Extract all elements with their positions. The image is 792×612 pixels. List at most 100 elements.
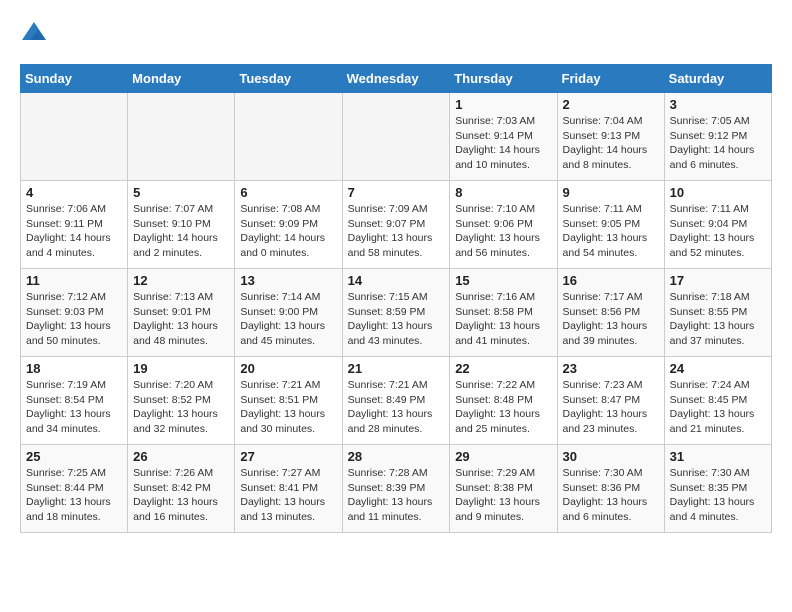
- calendar-cell: [235, 93, 342, 181]
- calendar-cell: 7 Sunrise: 7:09 AM Sunset: 9:07 PM Daylig…: [342, 181, 450, 269]
- day-number: 8: [455, 185, 551, 200]
- calendar-cell: 13 Sunrise: 7:14 AM Sunset: 9:00 PM Dayli…: [235, 269, 342, 357]
- week-row-4: 18 Sunrise: 7:19 AM Sunset: 8:54 PM Dayli…: [21, 357, 772, 445]
- day-number: 16: [563, 273, 659, 288]
- calendar-cell: 9 Sunrise: 7:11 AM Sunset: 9:05 PM Daylig…: [557, 181, 664, 269]
- calendar-cell: [21, 93, 128, 181]
- day-number: 29: [455, 449, 551, 464]
- calendar-cell: 23 Sunrise: 7:23 AM Sunset: 8:47 PM Dayli…: [557, 357, 664, 445]
- calendar-cell: 2 Sunrise: 7:04 AM Sunset: 9:13 PM Daylig…: [557, 93, 664, 181]
- page-header: [20, 20, 772, 48]
- day-info: Sunrise: 7:20 AM Sunset: 8:52 PM Dayligh…: [133, 378, 229, 437]
- day-info: Sunrise: 7:30 AM Sunset: 8:35 PM Dayligh…: [670, 466, 766, 525]
- day-number: 30: [563, 449, 659, 464]
- day-number: 4: [26, 185, 122, 200]
- day-number: 6: [240, 185, 336, 200]
- calendar-cell: 31 Sunrise: 7:30 AM Sunset: 8:35 PM Dayli…: [664, 445, 771, 533]
- day-number: 22: [455, 361, 551, 376]
- calendar-cell: [342, 93, 450, 181]
- calendar-cell: 14 Sunrise: 7:15 AM Sunset: 8:59 PM Dayli…: [342, 269, 450, 357]
- day-info: Sunrise: 7:15 AM Sunset: 8:59 PM Dayligh…: [348, 290, 445, 349]
- day-number: 14: [348, 273, 445, 288]
- weekday-header-thursday: Thursday: [450, 65, 557, 93]
- weekday-header-sunday: Sunday: [21, 65, 128, 93]
- calendar-cell: 24Sunrise: 7:24 AM Sunset: 8:45 PM Dayli…: [664, 357, 771, 445]
- calendar-cell: 5 Sunrise: 7:07 AM Sunset: 9:10 PM Daylig…: [128, 181, 235, 269]
- day-number: 18: [26, 361, 122, 376]
- weekday-header-saturday: Saturday: [664, 65, 771, 93]
- day-info: Sunrise: 7:25 AM Sunset: 8:44 PM Dayligh…: [26, 466, 122, 525]
- day-info: Sunrise: 7:13 AM Sunset: 9:01 PM Dayligh…: [133, 290, 229, 349]
- calendar-cell: 15 Sunrise: 7:16 AM Sunset: 8:58 PM Dayli…: [450, 269, 557, 357]
- calendar-cell: 29 Sunrise: 7:29 AM Sunset: 8:38 PM Dayli…: [450, 445, 557, 533]
- day-number: 10: [670, 185, 766, 200]
- calendar-cell: 27 Sunrise: 7:27 AM Sunset: 8:41 PM Dayli…: [235, 445, 342, 533]
- logo-icon: [20, 20, 48, 48]
- day-info: Sunrise: 7:29 AM Sunset: 8:38 PM Dayligh…: [455, 466, 551, 525]
- day-number: 26: [133, 449, 229, 464]
- day-number: 23: [563, 361, 659, 376]
- day-number: 20: [240, 361, 336, 376]
- day-info: Sunrise: 7:21 AM Sunset: 8:51 PM Dayligh…: [240, 378, 336, 437]
- day-info: Sunrise: 7:28 AM Sunset: 8:39 PM Dayligh…: [348, 466, 445, 525]
- day-number: 28: [348, 449, 445, 464]
- calendar-cell: 11 Sunrise: 7:12 AM Sunset: 9:03 PM Dayli…: [21, 269, 128, 357]
- calendar-cell: 25 Sunrise: 7:25 AM Sunset: 8:44 PM Dayli…: [21, 445, 128, 533]
- week-row-5: 25 Sunrise: 7:25 AM Sunset: 8:44 PM Dayli…: [21, 445, 772, 533]
- day-info: Sunrise: 7:06 AM Sunset: 9:11 PM Dayligh…: [26, 202, 122, 261]
- day-info: Sunrise: 7:03 AM Sunset: 9:14 PM Dayligh…: [455, 114, 551, 173]
- calendar-cell: [128, 93, 235, 181]
- calendar-cell: 12 Sunrise: 7:13 AM Sunset: 9:01 PM Dayli…: [128, 269, 235, 357]
- day-number: 12: [133, 273, 229, 288]
- day-info: Sunrise: 7:04 AM Sunset: 9:13 PM Dayligh…: [563, 114, 659, 173]
- day-info: Sunrise: 7:11 AM Sunset: 9:05 PM Dayligh…: [563, 202, 659, 261]
- day-number: 15: [455, 273, 551, 288]
- day-info: Sunrise: 7:23 AM Sunset: 8:47 PM Dayligh…: [563, 378, 659, 437]
- day-number: 19: [133, 361, 229, 376]
- day-info: Sunrise: 7:09 AM Sunset: 9:07 PM Dayligh…: [348, 202, 445, 261]
- day-number: 27: [240, 449, 336, 464]
- day-info: Sunrise: 7:30 AM Sunset: 8:36 PM Dayligh…: [563, 466, 659, 525]
- calendar-cell: 21Sunrise: 7:21 AM Sunset: 8:49 PM Dayli…: [342, 357, 450, 445]
- day-info: Sunrise: 7:12 AM Sunset: 9:03 PM Dayligh…: [26, 290, 122, 349]
- day-number: 17: [670, 273, 766, 288]
- day-number: 1: [455, 97, 551, 112]
- logo: [20, 20, 52, 48]
- day-info: Sunrise: 7:08 AM Sunset: 9:09 PM Dayligh…: [240, 202, 336, 261]
- day-number: 13: [240, 273, 336, 288]
- weekday-header-tuesday: Tuesday: [235, 65, 342, 93]
- day-number: 11: [26, 273, 122, 288]
- day-info: Sunrise: 7:27 AM Sunset: 8:41 PM Dayligh…: [240, 466, 336, 525]
- day-info: Sunrise: 7:10 AM Sunset: 9:06 PM Dayligh…: [455, 202, 551, 261]
- week-row-2: 4 Sunrise: 7:06 AM Sunset: 9:11 PM Daylig…: [21, 181, 772, 269]
- day-number: 2: [563, 97, 659, 112]
- day-number: 21: [348, 361, 445, 376]
- calendar-cell: 3Sunrise: 7:05 AM Sunset: 9:12 PM Daylig…: [664, 93, 771, 181]
- day-number: 31: [670, 449, 766, 464]
- calendar-cell: 26 Sunrise: 7:26 AM Sunset: 8:42 PM Dayli…: [128, 445, 235, 533]
- weekday-header-row: SundayMondayTuesdayWednesdayThursdayFrid…: [21, 65, 772, 93]
- calendar-cell: 28 Sunrise: 7:28 AM Sunset: 8:39 PM Dayli…: [342, 445, 450, 533]
- calendar-cell: 19 Sunrise: 7:20 AM Sunset: 8:52 PM Dayli…: [128, 357, 235, 445]
- day-info: Sunrise: 7:22 AM Sunset: 8:48 PM Dayligh…: [455, 378, 551, 437]
- day-number: 24: [670, 361, 766, 376]
- day-info: Sunrise: 7:05 AM Sunset: 9:12 PM Dayligh…: [670, 114, 766, 173]
- week-row-3: 11 Sunrise: 7:12 AM Sunset: 9:03 PM Dayli…: [21, 269, 772, 357]
- day-info: Sunrise: 7:26 AM Sunset: 8:42 PM Dayligh…: [133, 466, 229, 525]
- day-info: Sunrise: 7:07 AM Sunset: 9:10 PM Dayligh…: [133, 202, 229, 261]
- calendar-cell: 16Sunrise: 7:17 AM Sunset: 8:56 PM Dayli…: [557, 269, 664, 357]
- calendar-cell: 10Sunrise: 7:11 AM Sunset: 9:04 PM Dayli…: [664, 181, 771, 269]
- day-info: Sunrise: 7:16 AM Sunset: 8:58 PM Dayligh…: [455, 290, 551, 349]
- day-info: Sunrise: 7:19 AM Sunset: 8:54 PM Dayligh…: [26, 378, 122, 437]
- calendar-cell: 17Sunrise: 7:18 AM Sunset: 8:55 PM Dayli…: [664, 269, 771, 357]
- weekday-header-monday: Monday: [128, 65, 235, 93]
- day-number: 7: [348, 185, 445, 200]
- day-number: 25: [26, 449, 122, 464]
- day-info: Sunrise: 7:14 AM Sunset: 9:00 PM Dayligh…: [240, 290, 336, 349]
- day-number: 5: [133, 185, 229, 200]
- calendar-cell: 22 Sunrise: 7:22 AM Sunset: 8:48 PM Dayli…: [450, 357, 557, 445]
- calendar-cell: 18 Sunrise: 7:19 AM Sunset: 8:54 PM Dayli…: [21, 357, 128, 445]
- day-number: 9: [563, 185, 659, 200]
- weekday-header-wednesday: Wednesday: [342, 65, 450, 93]
- calendar-cell: 8 Sunrise: 7:10 AM Sunset: 9:06 PM Daylig…: [450, 181, 557, 269]
